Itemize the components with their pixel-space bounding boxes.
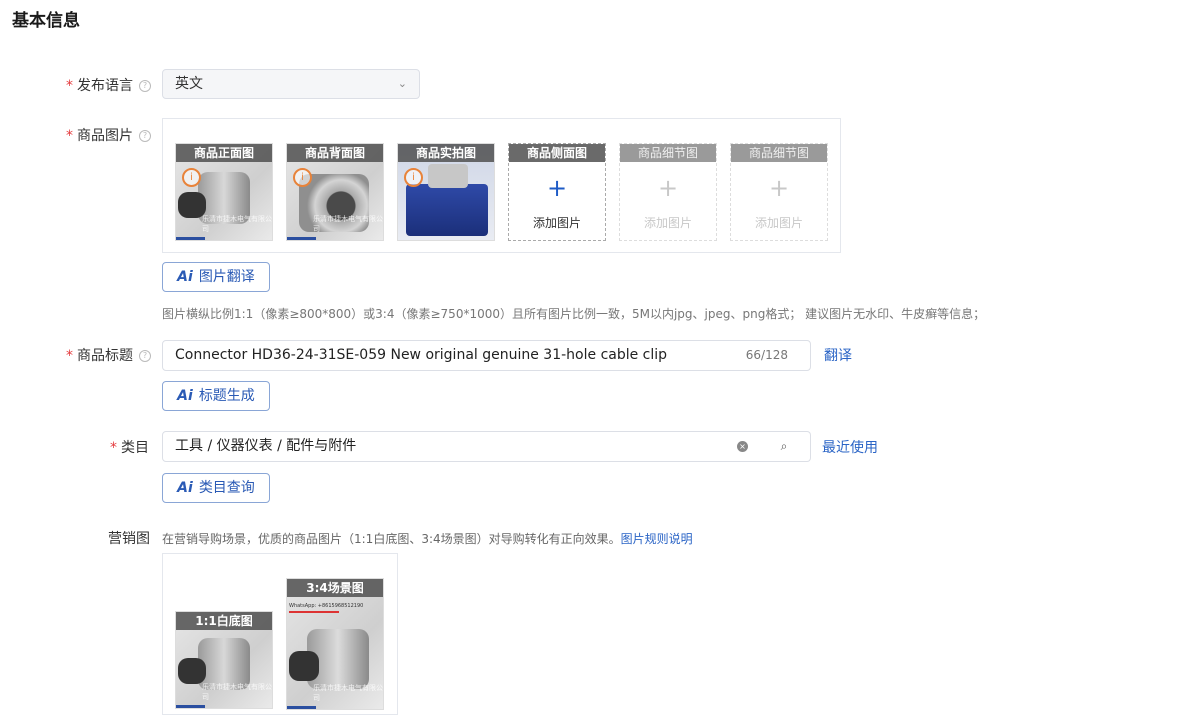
slot-caption: 商品实拍图 (398, 144, 494, 162)
category-search-button[interactable]: ⌕ (758, 431, 811, 462)
marketing-label: 营销图 (108, 531, 150, 547)
language-select-value: 英文 (175, 76, 203, 92)
marketing-scene-image[interactable]: WhatsApp: +8615968512190 3:4场景图 乐清市捷木电气有… (286, 578, 384, 710)
image-hint: 图片横纵比例1:1（像素≥800*800）或3:4（像素≥750*1000）且所… (162, 307, 986, 321)
category-label: * 类目 (110, 440, 149, 456)
color-band (176, 705, 205, 708)
slot-caption: 1:1白底图 (176, 612, 272, 630)
image-slot-front[interactable]: 商品正面图 i 乐清市捷木电气有限公司 (175, 143, 273, 241)
slot-caption: 商品细节图 (731, 144, 827, 162)
add-image-label: 添加图片 (754, 216, 803, 230)
plus-icon: + (546, 174, 568, 202)
ai-icon: Ai (177, 480, 193, 496)
scene-red-line (289, 611, 339, 613)
images-label: * 商品图片? (66, 125, 151, 145)
ai-icon: Ai (177, 269, 193, 285)
slot-caption: 商品侧面图 (509, 144, 605, 162)
title-char-count: 66/128 (745, 348, 788, 362)
scene-header-text: WhatsApp: +8615968512190 (289, 603, 364, 609)
category-query-button[interactable]: Ai 类目查询 (162, 473, 270, 503)
section-title: 基本信息 (12, 11, 80, 31)
add-image-label: 添加图片 (532, 216, 581, 230)
image-slot-back[interactable]: 商品背面图 i 乐清市捷木电气有限公司 (286, 143, 384, 241)
marketing-images-box: 1:1白底图 乐清市捷木电气有限公司 WhatsApp: +8615968512… (162, 553, 398, 715)
color-band (287, 706, 316, 709)
help-icon[interactable]: ? (139, 130, 151, 142)
slot-caption: 商品背面图 (287, 144, 383, 162)
slot-caption: 商品正面图 (176, 144, 272, 162)
marketing-hint: 在营销导购场景，优质的商品图片（1:1白底图、3:4场景图）对导购转化有正向效果… (162, 532, 693, 546)
solenoid-cap-image (428, 164, 468, 188)
clear-icon[interactable]: × (737, 441, 748, 452)
marketing-white-image[interactable]: 1:1白底图 乐清市捷木电气有限公司 (175, 611, 273, 709)
category-input-value: 工具 / 仪器仪表 / 配件与附件 (175, 438, 357, 454)
watermark: 乐清市捷木电气有限公司 (202, 683, 272, 701)
title-label: * 商品标题? (66, 345, 151, 365)
image-slot-real[interactable]: 商品实拍图 i (397, 143, 495, 241)
plus-icon: + (657, 174, 679, 202)
color-band (287, 237, 316, 240)
language-select[interactable]: 英文 ⌄ (162, 69, 420, 99)
watermark: 乐清市捷木电气有限公司 (202, 215, 272, 233)
title-input-value: Connector HD36-24-31SE-059 New original … (175, 347, 668, 363)
add-image-side[interactable]: 商品侧面图 + 添加图片 (508, 143, 606, 241)
cable-image (178, 658, 206, 684)
solenoid-image (406, 184, 488, 236)
image-translate-button[interactable]: Ai 图片翻译 (162, 262, 270, 292)
add-image-detail[interactable]: 商品细节图 + 添加图片 (619, 143, 717, 241)
title-input[interactable]: Connector HD36-24-31SE-059 New original … (162, 340, 811, 371)
watermark: 乐清市捷木电气有限公司 (313, 215, 383, 233)
add-image-detail[interactable]: 商品细节图 + 添加图片 (730, 143, 828, 241)
required-mark: * (66, 128, 73, 144)
cable-image (289, 651, 319, 681)
warning-icon[interactable]: i (293, 168, 312, 187)
chevron-down-icon: ⌄ (397, 77, 407, 90)
slot-caption: 商品细节图 (620, 144, 716, 162)
slot-caption: 3:4场景图 (287, 579, 383, 597)
plus-icon: + (768, 174, 790, 202)
image-rules-link[interactable]: 图片规则说明 (621, 532, 693, 546)
recent-used-link[interactable]: 最近使用 (822, 437, 878, 457)
warning-icon[interactable]: i (182, 168, 201, 187)
add-image-label: 添加图片 (643, 216, 692, 230)
title-generate-button[interactable]: Ai 标题生成 (162, 381, 270, 411)
help-icon[interactable]: ? (139, 80, 151, 92)
help-icon[interactable]: ? (139, 350, 151, 362)
search-icon: ⌕ (780, 439, 788, 453)
ai-icon: Ai (177, 388, 193, 404)
category-input[interactable]: 工具 / 仪器仪表 / 配件与附件 × (162, 431, 759, 462)
watermark: 乐清市捷木电气有限公司 (313, 684, 383, 702)
required-mark: * (110, 440, 117, 456)
translate-link[interactable]: 翻译 (824, 345, 852, 365)
required-mark: * (66, 78, 73, 94)
color-band (176, 237, 205, 240)
product-images-box: 商品正面图 i 乐清市捷木电气有限公司 商品背面图 i 乐清市捷木电气有限公司 … (162, 118, 841, 253)
warning-icon[interactable]: i (404, 168, 423, 187)
required-mark: * (66, 348, 73, 364)
language-label: * 发布语言? (66, 75, 151, 95)
